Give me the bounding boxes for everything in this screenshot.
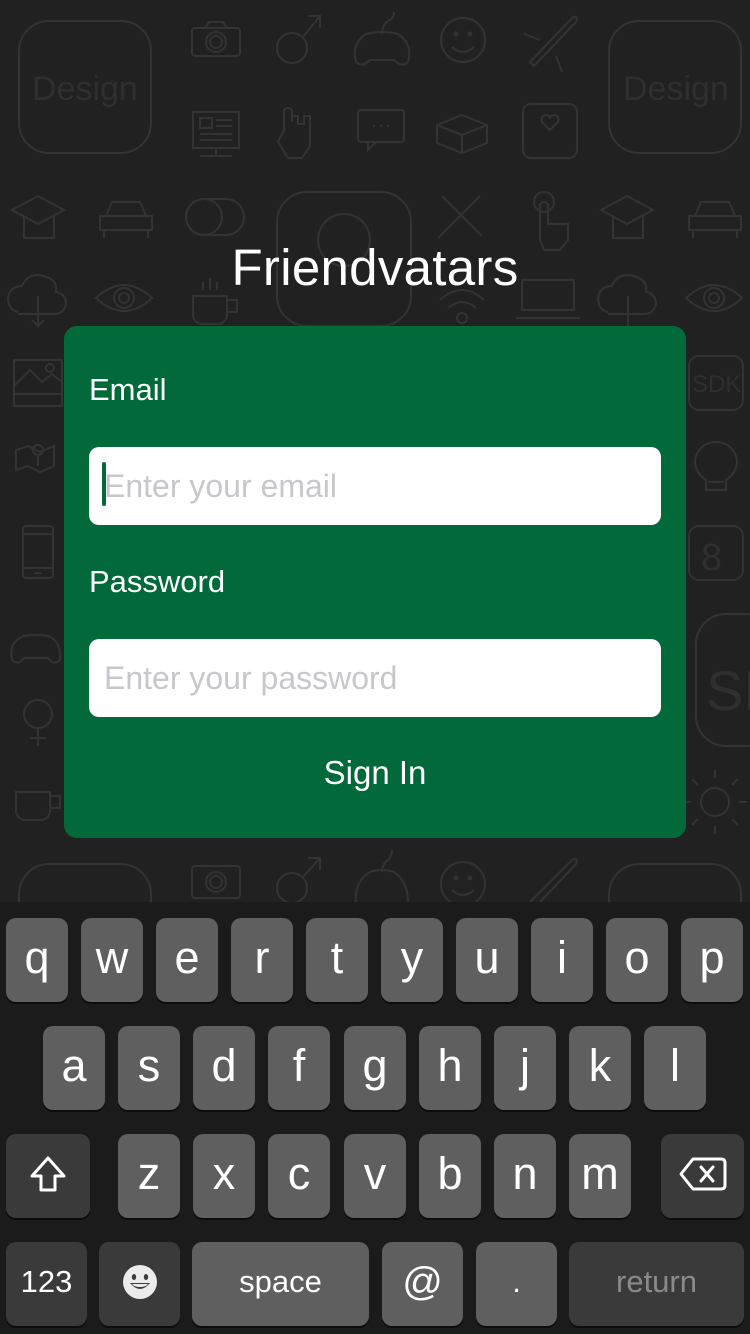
key-m[interactable]: m	[569, 1134, 631, 1218]
key-y[interactable]: y	[381, 918, 443, 1002]
numbers-key[interactable]: 123	[6, 1242, 87, 1326]
male-symbol-icon	[276, 15, 321, 64]
key-c[interactable]: c	[268, 1134, 330, 1218]
sign-in-button[interactable]: Sign In	[64, 748, 686, 798]
graduation-cap-icon	[9, 194, 67, 239]
heart-app-icon	[522, 103, 578, 159]
gamepad-icon	[353, 11, 411, 66]
design-tile-icon	[608, 863, 742, 902]
svg-text:SDK: SDK	[692, 371, 741, 398]
lightbulb-icon	[694, 440, 738, 491]
lego-brick-icon	[436, 113, 488, 155]
svg-text:Design: Design	[32, 70, 138, 108]
key-g[interactable]: g	[344, 1026, 406, 1110]
key-p[interactable]: p	[681, 918, 743, 1002]
delete-icon	[679, 1157, 726, 1191]
car-icon	[688, 201, 742, 238]
airplane-icon	[529, 857, 578, 902]
key-v[interactable]: v	[344, 1134, 406, 1218]
emoji-key[interactable]	[99, 1242, 180, 1326]
key-a[interactable]: a	[43, 1026, 105, 1110]
svg-text:Design: Design	[623, 70, 729, 108]
tools-icon	[437, 195, 483, 239]
key-f[interactable]: f	[268, 1026, 330, 1110]
sdk-tile-icon: SD	[695, 613, 750, 747]
app-title: Friendvatars	[231, 239, 519, 296]
text-caret	[102, 462, 106, 506]
email-input[interactable]	[89, 447, 661, 525]
camera-icon	[191, 865, 241, 899]
svg-text:SD: SD	[706, 659, 750, 722]
design-tile-icon: Design	[608, 20, 742, 154]
camera-icon	[191, 21, 241, 57]
graduation-cap-icon	[598, 194, 656, 239]
password-input[interactable]	[89, 639, 661, 717]
chat-bubble-icon	[357, 109, 405, 153]
gamepad-icon	[354, 849, 409, 902]
smiley-icon	[440, 17, 486, 63]
rock-hand-icon	[276, 107, 311, 159]
key-s[interactable]: s	[118, 1026, 180, 1110]
key-z[interactable]: z	[118, 1134, 180, 1218]
at-key[interactable]: @	[382, 1242, 463, 1326]
key-w[interactable]: w	[81, 918, 143, 1002]
key-x[interactable]: x	[193, 1134, 255, 1218]
email-label: Email	[89, 372, 167, 407]
airplane-icon	[523, 15, 578, 73]
key-q[interactable]: q	[6, 918, 68, 1002]
sun-icon	[683, 770, 747, 834]
male-symbol-icon	[276, 857, 321, 902]
design-tile-icon: Design	[18, 20, 152, 154]
toggle-icon	[185, 198, 245, 236]
shift-icon	[30, 1156, 66, 1192]
dot-key[interactable]: .	[476, 1242, 557, 1326]
delete-key[interactable]	[661, 1134, 744, 1218]
key-h[interactable]: h	[419, 1026, 481, 1110]
key-b[interactable]: b	[419, 1134, 481, 1218]
return-key[interactable]: return	[569, 1242, 744, 1326]
password-label: Password	[89, 564, 226, 599]
keyboard: q w e r t y u i o p a s d f g h j k l z …	[0, 902, 750, 1334]
design-tile-icon	[18, 863, 152, 902]
key-i[interactable]: i	[531, 918, 593, 1002]
image-icon	[13, 359, 63, 407]
emoji-icon	[122, 1265, 157, 1299]
sdk-tile-icon: SDK	[688, 355, 744, 411]
shift-key[interactable]	[6, 1134, 90, 1218]
key-d[interactable]: d	[193, 1026, 255, 1110]
key-j[interactable]: j	[494, 1026, 556, 1110]
key-k[interactable]: k	[569, 1026, 631, 1110]
key-t[interactable]: t	[306, 918, 368, 1002]
key-e[interactable]: e	[156, 918, 218, 1002]
key-o[interactable]: o	[606, 918, 668, 1002]
map-pin-icon	[15, 444, 55, 474]
phone-icon	[22, 525, 54, 579]
coffee-cup-icon	[15, 791, 61, 821]
key-u[interactable]: u	[456, 918, 518, 1002]
key-r[interactable]: r	[231, 918, 293, 1002]
svg-text:8: 8	[701, 537, 722, 579]
login-card: Email Password Sign In	[64, 326, 686, 838]
key-l[interactable]: l	[644, 1026, 706, 1110]
presentation-icon	[192, 111, 240, 157]
female-symbol-icon	[23, 699, 53, 746]
key-n[interactable]: n	[494, 1134, 556, 1218]
gamepad-icon	[10, 634, 62, 664]
smiley-icon	[440, 861, 486, 902]
space-key[interactable]: space	[192, 1242, 369, 1326]
number-eight-tile-icon: 8	[688, 525, 744, 581]
car-icon	[99, 201, 153, 238]
